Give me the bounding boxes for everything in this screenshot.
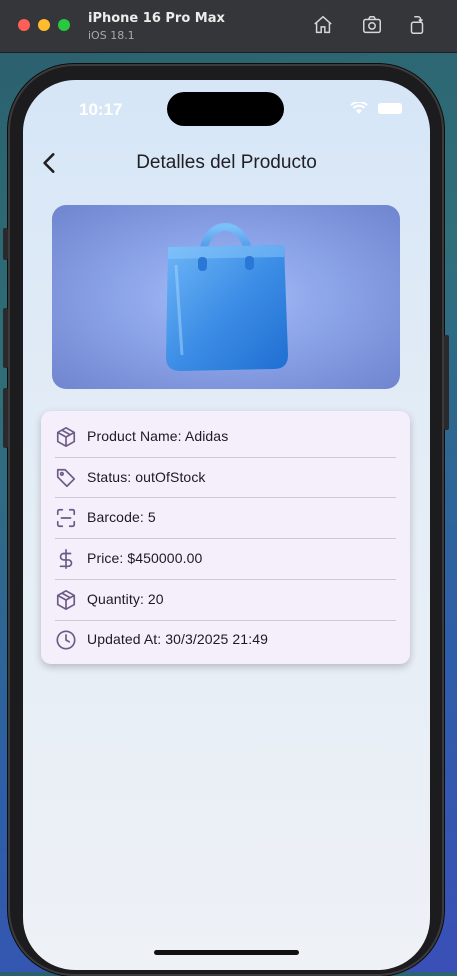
detail-row-updated-at: Updated At: 30/3/2025 21:49 <box>41 620 410 660</box>
zoom-window-button[interactable] <box>58 19 70 31</box>
detail-text: Product Name: Adidas <box>87 428 229 444</box>
device-name: iPhone 16 Pro Max <box>88 11 225 26</box>
simulator-titlebar: iPhone 16 Pro Max iOS 18.1 <box>0 0 457 53</box>
barcode-scan-icon <box>55 507 77 529</box>
page-title: Detalles del Producto <box>136 152 317 173</box>
status-icons <box>349 100 402 118</box>
rotate-icon[interactable] <box>406 14 428 36</box>
dynamic-island <box>167 92 284 126</box>
status-time: 10:17 <box>79 100 123 119</box>
dollar-icon <box>55 548 77 570</box>
product-image <box>52 205 400 389</box>
detail-row-quantity: Quantity: 20 <box>41 580 410 620</box>
close-window-button[interactable] <box>18 19 30 31</box>
home-icon[interactable] <box>312 14 334 36</box>
detail-row-price: Price: $450000.00 <box>41 539 410 579</box>
home-indicator[interactable] <box>154 950 299 955</box>
volume-down-button <box>3 388 8 448</box>
tag-icon <box>55 467 77 489</box>
wifi-icon <box>349 102 368 115</box>
detail-text: Barcode: 5 <box>87 509 156 525</box>
volume-up-button <box>3 308 8 368</box>
detail-text: Updated At: 30/3/2025 21:49 <box>87 631 268 647</box>
power-button <box>444 335 449 430</box>
detail-text: Quantity: 20 <box>87 591 164 607</box>
box-icon <box>55 589 77 611</box>
product-details-card: Product Name: Adidas Status: outOfStock … <box>41 411 410 664</box>
detail-row-barcode: Barcode: 5 <box>41 498 410 538</box>
detail-row-status: Status: outOfStock <box>41 458 410 498</box>
detail-text: Status: outOfStock <box>87 469 206 485</box>
app-screen: 10:17 Detalles del Producto Product Name… <box>23 80 430 970</box>
shopping-bag-icon <box>166 223 288 371</box>
minimize-window-button[interactable] <box>38 19 50 31</box>
action-button <box>3 228 8 260</box>
os-version: iOS 18.1 <box>88 29 135 42</box>
box-icon <box>55 426 77 448</box>
screenshot-icon[interactable] <box>361 14 383 36</box>
battery-icon <box>378 103 402 115</box>
detail-text: Price: $450000.00 <box>87 550 203 566</box>
clock-icon <box>55 629 77 651</box>
detail-row-product-name: Product Name: Adidas <box>41 417 410 457</box>
